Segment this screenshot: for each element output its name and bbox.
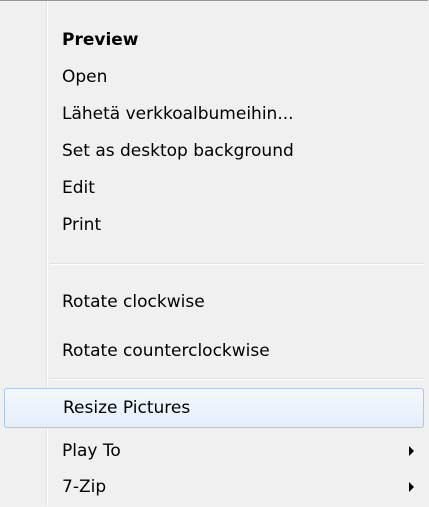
menu-item-set-desktop-background[interactable]: Set as desktop background	[4, 131, 424, 171]
menu-item-open[interactable]: Open	[4, 57, 424, 97]
context-menu: Preview Open Lähetä verkkoalbumeihin... …	[0, 0, 428, 506]
menu-separator	[50, 263, 424, 265]
submenu-arrow-icon	[409, 446, 414, 456]
menu-item-label: Print	[62, 215, 102, 235]
menu-item-label: Play To	[62, 441, 121, 461]
menu-item-send-to-online-albums[interactable]: Lähetä verkkoalbumeihin...	[4, 94, 424, 134]
menu-item-label: Set as desktop background	[62, 141, 294, 161]
menu-item-preview[interactable]: Preview	[4, 20, 424, 60]
menu-item-rotate-counterclockwise[interactable]: Rotate counterclockwise	[4, 331, 424, 371]
menu-item-label: Edit	[62, 178, 95, 198]
menu-item-play-to[interactable]: Play To	[4, 431, 424, 471]
menu-item-label: Rotate counterclockwise	[62, 341, 270, 361]
menu-item-label: Preview	[62, 30, 139, 50]
menu-separator	[50, 378, 424, 380]
menu-item-edit[interactable]: Edit	[4, 168, 424, 208]
menu-item-label: Lähetä verkkoalbumeihin...	[62, 104, 294, 124]
menu-item-label: Resize Pictures	[63, 398, 191, 418]
submenu-arrow-icon	[409, 482, 414, 492]
menu-item-rotate-clockwise[interactable]: Rotate clockwise	[4, 282, 424, 322]
menu-item-print[interactable]: Print	[4, 205, 424, 245]
menu-item-resize-pictures[interactable]: Resize Pictures	[4, 388, 424, 428]
menu-item-label: 7-Zip	[62, 477, 107, 497]
menu-item-label: Rotate clockwise	[62, 292, 205, 312]
menu-item-7-zip[interactable]: 7-Zip	[4, 467, 424, 507]
menu-item-label: Open	[62, 67, 108, 87]
